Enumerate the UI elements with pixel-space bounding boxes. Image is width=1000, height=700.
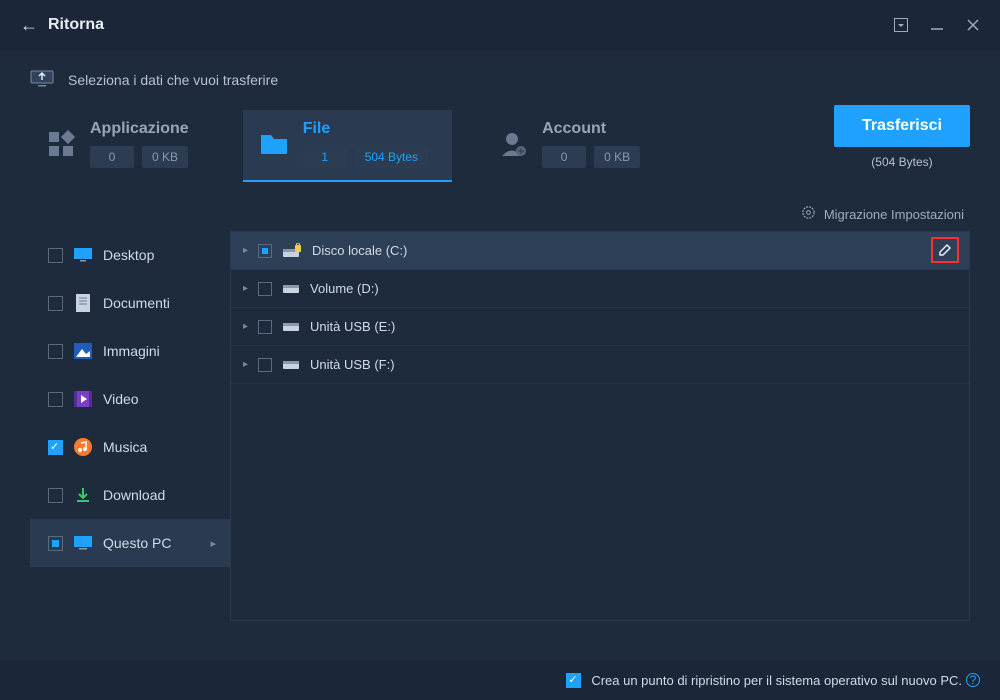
main-area: Desktop Documenti Immagini Video Musica … xyxy=(0,231,1000,621)
expand-icon[interactable]: ▸ xyxy=(243,283,248,294)
sidebar-item-images[interactable]: Immagini xyxy=(30,327,230,375)
subheader-text: Seleziona i dati che vuoi trasferire xyxy=(68,72,278,88)
checkbox[interactable] xyxy=(48,344,63,359)
tabs-row: Applicazione 0 0 KB File 1 504 Bytes Acc… xyxy=(0,110,1000,180)
sidebar-item-label: Immagini xyxy=(103,343,160,359)
tab-size: 504 Bytes xyxy=(355,146,428,168)
sidebar-item-desktop[interactable]: Desktop xyxy=(30,231,230,279)
video-icon xyxy=(73,389,93,409)
checkbox[interactable] xyxy=(258,358,272,372)
sidebar-item-label: Questo PC xyxy=(103,535,171,551)
transfer-size: (504 Bytes) xyxy=(834,155,970,169)
sidebar-item-label: Video xyxy=(103,391,139,407)
tab-count: 0 xyxy=(542,146,586,168)
footer: Crea un punto di ripristino per il siste… xyxy=(0,660,1000,700)
drive-label: Disco locale (C:) xyxy=(312,243,407,258)
documents-icon xyxy=(73,293,93,313)
expand-icon[interactable]: ▸ xyxy=(243,245,248,256)
sidebar-item-label: Documenti xyxy=(103,295,170,311)
download-icon xyxy=(73,485,93,505)
transfer-button[interactable]: Trasferisci xyxy=(834,105,970,147)
checkbox[interactable] xyxy=(48,392,63,407)
sidebar-item-download[interactable]: Download xyxy=(30,471,230,519)
edit-button[interactable] xyxy=(931,237,959,263)
drive-label: Unità USB (F:) xyxy=(310,357,395,372)
sidebar-item-music[interactable]: Musica xyxy=(30,423,230,471)
checkbox[interactable] xyxy=(48,440,63,455)
gear-icon xyxy=(801,205,816,223)
tab-label: File xyxy=(303,120,428,138)
sidebar-item-label: Download xyxy=(103,487,165,503)
drive-row[interactable]: ▸ Unità USB (E:) xyxy=(231,308,969,346)
checkbox[interactable] xyxy=(48,248,63,263)
sidebar-item-label: Desktop xyxy=(103,247,154,263)
page-title: Ritorna xyxy=(48,16,104,34)
expand-icon[interactable]: ▸ xyxy=(243,359,248,370)
checkbox[interactable] xyxy=(48,296,63,311)
subheader: Seleziona i dati che vuoi trasferire xyxy=(0,50,1000,110)
sidebar-item-this-pc[interactable]: Questo PC ▸ xyxy=(30,519,230,567)
pc-icon xyxy=(73,533,93,553)
account-icon xyxy=(498,129,528,159)
tab-count: 1 xyxy=(303,146,347,168)
folder-icon xyxy=(259,129,289,159)
sidebar-item-documents[interactable]: Documenti xyxy=(30,279,230,327)
checkbox[interactable] xyxy=(258,282,272,296)
sidebar: Desktop Documenti Immagini Video Musica … xyxy=(30,231,230,621)
disk-locked-icon xyxy=(282,243,302,259)
tab-size: 0 KB xyxy=(142,146,188,168)
drive-label: Unità USB (E:) xyxy=(310,319,395,334)
migration-settings-link[interactable]: Migrazione Impostazioni xyxy=(0,205,1000,223)
tab-count: 0 xyxy=(90,146,134,168)
usb-icon xyxy=(282,320,300,334)
minimize-icon[interactable] xyxy=(930,18,944,32)
drive-list: ▸ Disco locale (C:) ▸ Volume (D:) ▸ xyxy=(230,231,970,621)
usb-icon xyxy=(282,358,300,372)
drive-row[interactable]: ▸ Volume (D:) xyxy=(231,270,969,308)
settings-link-label: Migrazione Impostazioni xyxy=(824,207,964,222)
help-icon[interactable]: ? xyxy=(966,673,980,687)
checkbox[interactable] xyxy=(48,488,63,503)
apps-icon xyxy=(46,129,76,159)
sidebar-item-label: Musica xyxy=(103,439,147,455)
drive-row[interactable]: ▸ Disco locale (C:) xyxy=(231,232,969,270)
close-icon[interactable] xyxy=(966,18,980,32)
drive-row[interactable]: ▸ Unità USB (F:) xyxy=(231,346,969,384)
tab-label: Account xyxy=(542,120,640,138)
music-icon xyxy=(73,437,93,457)
checkbox[interactable] xyxy=(258,244,272,258)
tab-account[interactable]: Account 0 0 KB xyxy=(482,110,664,180)
titlebar: ← Ritorna xyxy=(0,0,1000,50)
restore-point-checkbox[interactable] xyxy=(566,673,581,688)
disk-icon xyxy=(282,282,300,296)
tab-size: 0 KB xyxy=(594,146,640,168)
checkbox[interactable] xyxy=(258,320,272,334)
tab-application[interactable]: Applicazione 0 0 KB xyxy=(30,110,213,180)
chevron-right-icon: ▸ xyxy=(210,537,216,550)
tab-file[interactable]: File 1 504 Bytes xyxy=(243,110,452,180)
expand-icon[interactable]: ▸ xyxy=(243,321,248,332)
footer-label: Crea un punto di ripristino per il siste… xyxy=(591,673,962,688)
desktop-icon xyxy=(73,245,93,265)
checkbox[interactable] xyxy=(48,536,63,551)
tab-label: Applicazione xyxy=(90,120,189,138)
sidebar-item-video[interactable]: Video xyxy=(30,375,230,423)
monitor-upload-icon xyxy=(30,68,54,93)
back-arrow-icon[interactable]: ← xyxy=(20,15,38,36)
drive-label: Volume (D:) xyxy=(310,281,379,296)
window-controls xyxy=(894,18,980,32)
transfer-area: Trasferisci (504 Bytes) xyxy=(834,105,970,169)
dropdown-icon[interactable] xyxy=(894,18,908,32)
images-icon xyxy=(73,341,93,361)
